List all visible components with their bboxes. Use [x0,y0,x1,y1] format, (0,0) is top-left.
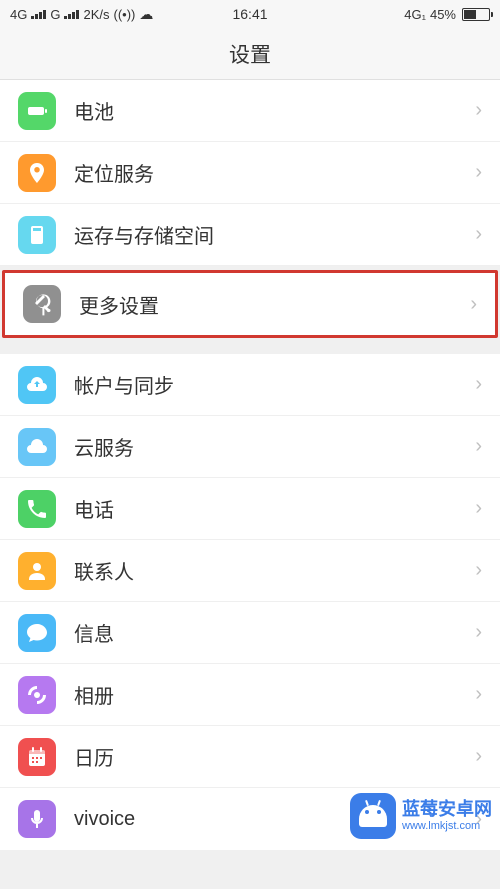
battery-icon [462,8,490,21]
status-bar: 4G G 2K/s ((•)) ☁ 16:41 4G₁ 45% [0,0,500,28]
wifi-icon: ((•)) [113,7,135,22]
chevron-right-icon: › [475,435,482,458]
battery-icon [18,92,56,130]
item-label: 相册 [74,680,475,709]
watermark-url: www.lmkjst.com [402,820,492,832]
chevron-right-icon: › [470,293,477,316]
status-right: 4G₁ 45% [404,7,490,22]
settings-item-calendar[interactable]: 日历› [0,726,500,788]
item-label: 日历 [74,742,475,771]
location-icon [18,154,56,192]
item-label: 电池 [74,96,475,125]
item-label: 帐户与同步 [74,370,475,399]
settings-item-phone[interactable]: 电话› [0,478,500,540]
calendar-icon [18,738,56,776]
signal-bars-1-icon [31,10,46,19]
status-left: 4G G 2K/s ((•)) ☁ [10,6,153,23]
item-label: 联系人 [74,556,475,585]
settings-item-storage[interactable]: 运存与存储空间› [0,204,500,266]
settings-item-account[interactable]: 帐户与同步› [0,354,500,416]
more-icon [23,285,61,323]
contacts-icon [18,552,56,590]
settings-item-location[interactable]: 定位服务› [0,142,500,204]
network-1-label: 4G [10,7,27,22]
chevron-right-icon: › [475,683,482,706]
page-title: 设置 [0,28,500,80]
vivoice-icon [18,800,56,838]
settings-item-cloud[interactable]: 云服务› [0,416,500,478]
chevron-right-icon: › [475,373,482,396]
cloud-icon: ☁ [139,6,153,23]
item-label: 更多设置 [79,290,470,319]
chevron-right-icon: › [475,745,482,768]
network-right-label: 4G₁ [404,7,426,22]
watermark: 蓝莓安卓网 www.lmkjst.com [350,793,492,839]
settings-item-messages[interactable]: 信息› [0,602,500,664]
settings-item-more[interactable]: 更多设置› [2,270,498,338]
messages-icon [18,614,56,652]
item-label: 云服务 [74,432,475,461]
chevron-right-icon: › [475,99,482,122]
network-2-label: G [50,7,60,22]
item-label: 信息 [74,618,475,647]
gallery-icon [18,676,56,714]
signal-bars-2-icon [64,10,79,19]
chevron-right-icon: › [475,497,482,520]
settings-item-battery[interactable]: 电池› [0,80,500,142]
battery-percent: 45% [430,7,456,22]
chevron-right-icon: › [475,559,482,582]
item-label: 电话 [74,494,475,523]
settings-item-gallery[interactable]: 相册› [0,664,500,726]
phone-icon [18,490,56,528]
watermark-title: 蓝莓安卓网 [402,800,492,820]
item-label: 定位服务 [74,158,475,187]
chevron-right-icon: › [475,223,482,246]
clock: 16:41 [232,6,267,22]
net-speed-label: 2K/s [83,7,109,22]
watermark-android-icon [350,793,396,839]
section-gap [0,342,500,354]
settings-item-contacts[interactable]: 联系人› [0,540,500,602]
item-label: 运存与存储空间 [74,220,475,249]
account-icon [18,366,56,404]
cloud-icon [18,428,56,466]
storage-icon [18,216,56,254]
chevron-right-icon: › [475,621,482,644]
chevron-right-icon: › [475,161,482,184]
